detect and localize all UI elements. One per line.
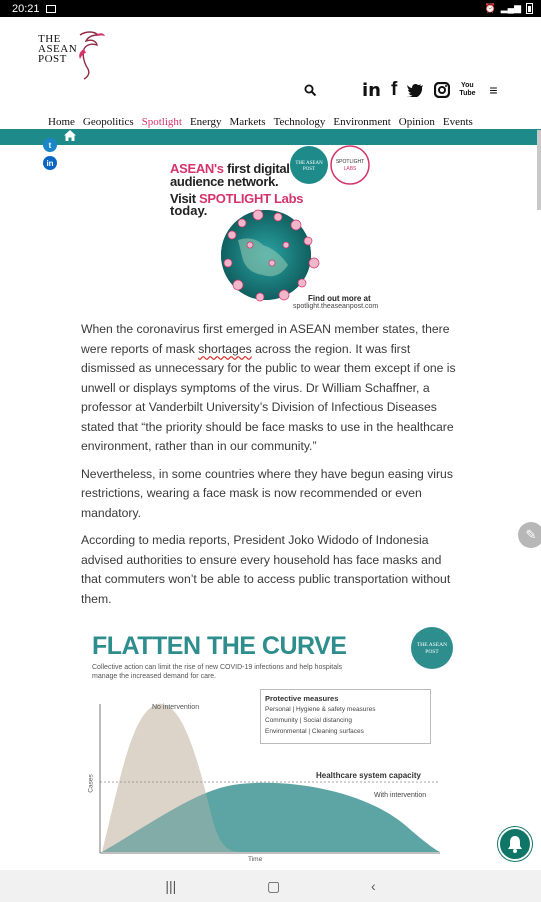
recent-apps-icon[interactable]: |||: [165, 878, 176, 894]
linkedin-icon[interactable]: in: [362, 80, 381, 101]
capacity-label: Healthcare system capacity: [316, 771, 421, 780]
nav-geopolitics[interactable]: Geopolitics: [83, 116, 134, 128]
home-bar: [0, 129, 541, 145]
nav-markets[interactable]: Markets: [230, 116, 266, 128]
spotlight-ad[interactable]: ASEAN's first digital audience network. …: [168, 145, 378, 313]
no-intervention-label: No intervention: [152, 704, 200, 711]
share-buttons: t in: [43, 138, 57, 174]
search-icon[interactable]: [300, 80, 320, 100]
nav-home[interactable]: Home: [48, 116, 75, 128]
ad-line4: today.: [170, 203, 208, 218]
home-button-icon[interactable]: ▢: [267, 878, 280, 895]
svg-text:THE ASEAN: THE ASEAN: [295, 161, 323, 166]
battery-icon: [526, 3, 533, 14]
status-icons: ⏰ ▂▄▆: [485, 3, 533, 14]
nav-environment[interactable]: Environment: [333, 116, 390, 128]
protective-measures-box: Protective measures Personal | Hygiene &…: [260, 689, 431, 744]
youtube-icon[interactable]: You Tube: [459, 82, 475, 98]
header-icons: in f You Tube ≡: [300, 79, 497, 101]
protective-item: Community | Social distancing: [265, 717, 352, 724]
twitter-icon[interactable]: [407, 83, 424, 97]
pencil-icon: ✎: [525, 527, 537, 542]
linkedin-share-icon[interactable]: in: [43, 156, 57, 170]
article-paragraph: According to media reports, President Jo…: [81, 533, 451, 606]
logo-text[interactable]: THE ASEAN POST: [38, 34, 77, 65]
status-time: 20:21: [12, 2, 40, 15]
svg-text:SPOTLIGHT: SPOTLIGHT: [336, 159, 364, 165]
instagram-icon[interactable]: [434, 82, 451, 98]
protective-item: Environmental | Cleaning surfaces: [265, 728, 364, 735]
menu-icon[interactable]: ≡: [489, 82, 497, 98]
nav-spotlight[interactable]: Spotlight: [142, 116, 182, 128]
bell-icon: [508, 836, 522, 853]
flatten-curve-infographic: FLATTEN THE CURVE Collective action can …: [80, 620, 460, 870]
y-axis-label: Cases: [87, 774, 95, 793]
notification-bell-button[interactable]: [498, 827, 532, 861]
shortages-link[interactable]: shortages: [198, 342, 252, 356]
twitter-share-icon[interactable]: t: [43, 138, 57, 152]
nav-energy[interactable]: Energy: [190, 116, 222, 128]
ad-find-out: Find out more at: [308, 294, 371, 303]
main-nav: Home Geopolitics Spotlight Energy Market…: [48, 116, 473, 128]
article-body: When the coronavirus first emerged in AS…: [81, 320, 461, 617]
nav-opinion[interactable]: Opinion: [399, 116, 435, 128]
svg-text:POST: POST: [303, 167, 315, 172]
ad-line2: audience network.: [170, 174, 279, 189]
android-nav-bar: ||| ▢ ‹: [0, 870, 541, 902]
back-icon[interactable]: ‹: [371, 878, 376, 894]
scrollbar[interactable]: [537, 130, 541, 210]
image-notification-icon: [45, 4, 56, 13]
edit-button[interactable]: ✎: [518, 522, 541, 548]
home-icon[interactable]: [64, 130, 76, 144]
protective-title: Protective measures: [265, 694, 339, 703]
protective-item: Personal | Hygiene & safety measures: [265, 706, 376, 713]
alarm-icon: ⏰: [484, 3, 496, 13]
facebook-icon[interactable]: f: [391, 79, 397, 101]
article-paragraph: When the coronavirus first emerged in AS…: [81, 322, 456, 453]
site-header: THE ASEAN POST in f You Tube ≡ Home Geop…: [0, 17, 541, 129]
article-paragraph: Nevertheless, in some countries where th…: [81, 466, 453, 520]
x-axis-label: Time: [248, 856, 263, 863]
nav-events[interactable]: Events: [443, 116, 473, 128]
nav-technology[interactable]: Technology: [274, 116, 326, 128]
status-bar: 20:21 ⏰ ▂▄▆: [0, 0, 541, 17]
curve-chart: [99, 703, 440, 854]
ad-url[interactable]: spotlight.theaseanpost.com: [293, 303, 378, 310]
signal-icon: ▂▄▆: [500, 3, 521, 13]
svg-text:LABS: LABS: [344, 166, 357, 172]
with-intervention-label: With intervention: [374, 792, 427, 799]
